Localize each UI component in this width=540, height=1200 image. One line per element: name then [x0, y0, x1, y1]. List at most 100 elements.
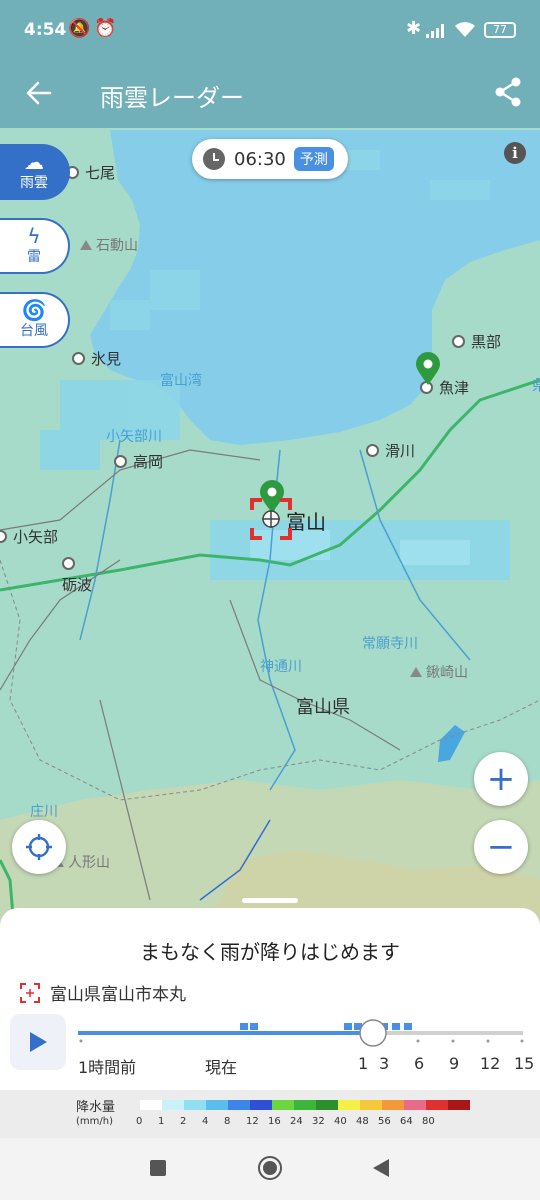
- mute-icon: 🔕: [68, 18, 91, 39]
- page-title: 雨雲レーダー: [100, 84, 244, 112]
- time-chip[interactable]: 06:30 予測: [192, 139, 348, 179]
- wifi-icon: [455, 22, 475, 37]
- timeline-label-9: 9: [449, 1054, 460, 1073]
- legend-value: 16: [268, 1116, 281, 1127]
- recents-icon[interactable]: [150, 1160, 166, 1176]
- play-icon: [30, 1032, 47, 1052]
- alarm-icon: ⏰: [94, 18, 117, 39]
- layer-thunder-button[interactable]: ϟ 雷: [0, 218, 70, 274]
- label-toyama-bay: 富山湾: [160, 373, 202, 389]
- place-takaoka: 高岡: [114, 451, 163, 472]
- rain-cloud-icon: ☁: [24, 150, 44, 174]
- home-icon[interactable]: [258, 1156, 282, 1180]
- clock-icon: [203, 148, 225, 170]
- signal-icon: [426, 24, 444, 38]
- place-edge-label: 県: [532, 376, 540, 394]
- timeline-thumb[interactable]: [359, 1019, 387, 1047]
- mountain-icon: [410, 667, 422, 677]
- layer-thunder-label: 雷: [27, 249, 41, 265]
- forecast-time: 06:30: [234, 148, 286, 170]
- legend-swatch: [184, 1100, 206, 1110]
- legend-swatch: [338, 1100, 360, 1110]
- zoom-out-button[interactable]: −: [474, 820, 528, 874]
- crosshair-icon: [26, 834, 52, 860]
- place-dot: [452, 335, 465, 348]
- label-kuwasakiyama: 鍬崎山: [410, 662, 468, 682]
- back-arrow-icon[interactable]: [26, 80, 52, 106]
- info-icon[interactable]: i: [504, 142, 526, 164]
- legend-value: 2: [180, 1116, 187, 1127]
- zoom-in-button[interactable]: +: [474, 752, 528, 806]
- typhoon-icon: 🌀: [21, 298, 47, 322]
- label-sho-river: 庄川: [30, 804, 58, 820]
- legend-value: 40: [334, 1116, 347, 1127]
- sheet-location-text: 富山県富山市本丸: [50, 985, 186, 1005]
- place-kurobe: 黒部: [452, 331, 501, 352]
- status-time: 4:54: [24, 20, 67, 40]
- locate-button[interactable]: [12, 820, 66, 874]
- legend-value: 32: [312, 1116, 325, 1127]
- legend-swatch: [272, 1100, 294, 1110]
- share-icon[interactable]: [494, 77, 522, 107]
- current-location-marker-icon: [250, 498, 292, 540]
- layer-rain-button[interactable]: ☁ 雨雲: [0, 144, 70, 200]
- place-toyama: 富山: [286, 510, 326, 534]
- layer-typhoon-button[interactable]: 🌀 台風: [0, 292, 70, 348]
- place-tonami: 砺波: [62, 557, 92, 595]
- timeline-slider[interactable]: [78, 1014, 528, 1054]
- legend-value: 24: [290, 1116, 303, 1127]
- legend-title: 降水量: [76, 1100, 116, 1115]
- legend-swatch: [316, 1100, 338, 1110]
- legend-swatch: [294, 1100, 316, 1110]
- precipitation-legend: 降水量 (mm/h) 0 1 2 4 8 12 16 24 32 40 48 56 64 80: [0, 1090, 540, 1138]
- app-bar: 雨雲レーダー: [0, 62, 540, 128]
- legend-value: 8: [224, 1116, 231, 1127]
- battery-icon: 77: [484, 22, 516, 38]
- timeline-label-12: 12: [480, 1054, 501, 1073]
- timeline-label-1: 1: [358, 1054, 369, 1073]
- sheet-location: 富山県富山市本丸: [20, 980, 186, 1005]
- legend-swatch: [382, 1100, 404, 1110]
- legend-swatch: [206, 1100, 228, 1110]
- legend-swatch: [228, 1100, 250, 1110]
- legend-value: 56: [378, 1116, 391, 1127]
- legend-swatch: [250, 1100, 272, 1110]
- legend-color-bar: [140, 1100, 470, 1110]
- sheet-headline: まもなく雨が降りはじめます: [140, 940, 400, 964]
- legend-swatch: [448, 1100, 470, 1110]
- legend-value: 12: [246, 1116, 259, 1127]
- legend-value: 0: [136, 1116, 143, 1127]
- timeline-label-3: 3: [379, 1054, 390, 1073]
- place-dot: [114, 455, 127, 468]
- place-dot: [62, 557, 75, 570]
- legend-swatch: [426, 1100, 448, 1110]
- label-joganji-river: 常願寺川: [362, 636, 418, 652]
- place-oyabe: 小矢部: [0, 526, 58, 547]
- place-dot: [72, 352, 85, 365]
- legend-values: 0 1 2 4 8 12 16 24 32 40 48 56 64 80: [134, 1116, 464, 1130]
- place-namerikawa: 滑川: [366, 440, 415, 461]
- timeline-label-now: 現在: [205, 1058, 238, 1077]
- mountain-icon: [80, 240, 92, 250]
- map-pin-icon[interactable]: [414, 352, 442, 386]
- status-bar: 4:54 🔕 ⏰ ✱ 77: [0, 0, 540, 62]
- timeline-label-1h-ago: 1時間前: [78, 1058, 137, 1077]
- legend-value: 64: [400, 1116, 413, 1127]
- legend-swatch: [140, 1100, 162, 1110]
- legend-value: 4: [202, 1116, 209, 1127]
- sheet-handle[interactable]: [242, 898, 298, 903]
- legend-swatch: [404, 1100, 426, 1110]
- layer-typhoon-label: 台風: [20, 323, 48, 339]
- timeline-label-6: 6: [414, 1054, 425, 1073]
- location-target-icon: [20, 982, 40, 1003]
- place-nanao: 七尾: [66, 162, 115, 183]
- legend-swatch: [360, 1100, 382, 1110]
- forecast-badge: 予測: [293, 147, 334, 171]
- back-triangle-icon[interactable]: [372, 1158, 390, 1178]
- play-button[interactable]: [10, 1014, 66, 1070]
- timeline-label-15: 15: [514, 1054, 535, 1073]
- lightning-icon: ϟ: [27, 224, 41, 248]
- label-sekidozan: 石動山: [80, 235, 138, 255]
- label-prefecture: 富山県: [296, 697, 350, 718]
- bluetooth-icon: ✱: [406, 18, 422, 39]
